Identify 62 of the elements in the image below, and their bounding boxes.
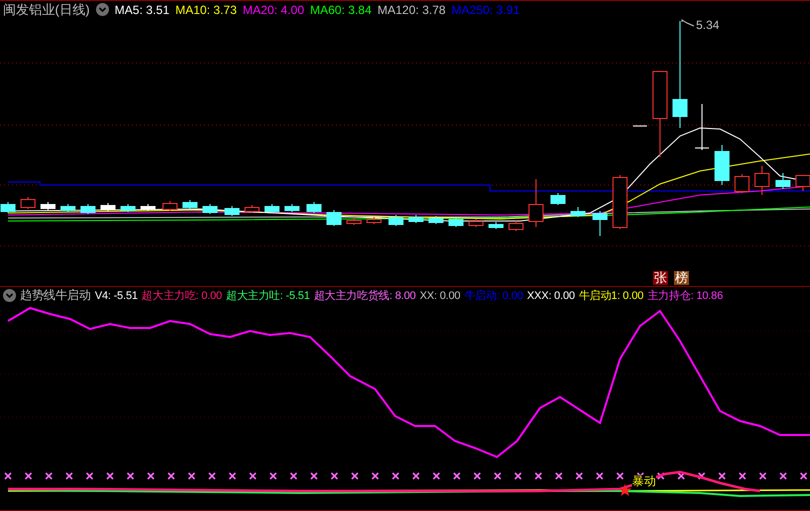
- legend-value: MA60: 3.84: [310, 2, 372, 17]
- candlestick: [428, 215, 444, 224]
- legend-value: 牛启动1: 0.00: [578, 288, 644, 304]
- legend-value: 主力持仓: 10.86: [647, 288, 723, 304]
- candlestick: [0, 201, 16, 214]
- collapse-icon[interactable]: [3, 289, 16, 302]
- candlestick: [468, 218, 484, 228]
- candlestick: [60, 203, 76, 212]
- candlestick: [284, 203, 300, 212]
- indicator-title: 趋势线牛启动: [20, 287, 91, 304]
- candlestick: [244, 204, 260, 214]
- candlestick: [612, 174, 628, 230]
- candlestick: [80, 203, 96, 214]
- candlestick: [408, 214, 424, 224]
- candlestick: [40, 201, 56, 210]
- candlestick: [140, 203, 156, 212]
- candlestick: [796, 174, 810, 192]
- legend-value: 超大主力吃货线: 8.00: [314, 288, 416, 304]
- candlestick: [366, 216, 382, 224]
- legend-value: XXX: 0.00: [527, 290, 575, 302]
- candlestick: [202, 203, 218, 214]
- candlestick: [224, 205, 240, 216]
- signal-badge: 榜: [674, 270, 689, 285]
- legend-value: MA20: 4.00: [242, 2, 304, 17]
- star-icon: [618, 484, 632, 496]
- candlestick: [592, 210, 608, 236]
- leader-line: [682, 19, 694, 26]
- candlestick: [632, 125, 648, 126]
- candlestick: [120, 203, 136, 212]
- legend-value: MA250: 3.91: [452, 2, 520, 17]
- legend-value: XX: 0.00: [420, 290, 460, 302]
- candlestick: [182, 199, 198, 210]
- candlestick: [264, 203, 280, 214]
- legend-value: 超大主力吃: 0.00: [142, 288, 222, 304]
- legend-value: MA120: 3.78: [378, 2, 446, 17]
- candlestick: [508, 220, 524, 232]
- price-label: 5.34: [696, 18, 720, 32]
- candlestick: [306, 201, 322, 214]
- legend-value: 超大主力吐: -5.51: [226, 288, 310, 304]
- signal-badge: 张: [653, 270, 668, 285]
- candlestick: [734, 173, 750, 194]
- candlestick: [550, 192, 566, 206]
- candlestick: [776, 172, 790, 190]
- chart-title: 闽发铝业(日线): [3, 1, 90, 19]
- candlestick: [570, 206, 586, 218]
- candlestick: [528, 178, 544, 228]
- signal-label: 暴动: [632, 474, 656, 488]
- candlestick: [694, 103, 710, 150]
- candlestick: [714, 144, 730, 186]
- legend-value: V4: -5.51: [94, 290, 138, 302]
- legend-value: MA5: 3.51: [114, 2, 170, 17]
- legend-value: 牛启动: 0.00: [464, 288, 524, 304]
- collapse-icon[interactable]: [96, 3, 109, 16]
- legend-value: MA10: 3.73: [175, 2, 237, 17]
- candlestick: [346, 217, 362, 226]
- candlestick: [162, 200, 178, 212]
- candlestick: [388, 214, 404, 226]
- candlestick: [326, 209, 342, 226]
- candlestick: [754, 165, 770, 196]
- candlestick: [20, 196, 36, 210]
- candlestick: [448, 216, 464, 228]
- candlestick: [100, 202, 116, 212]
